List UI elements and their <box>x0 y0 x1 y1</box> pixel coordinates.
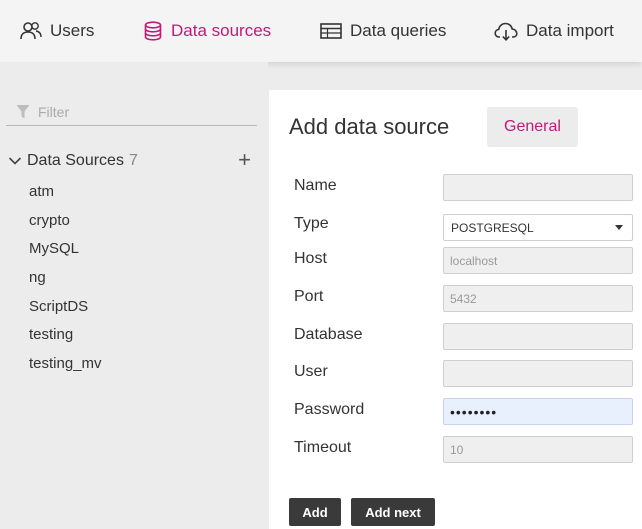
add-button[interactable]: Add <box>289 498 341 526</box>
nav-users-label: Users <box>50 21 95 40</box>
data-sources-tree-header[interactable]: Data Sources 7 + <box>7 149 257 172</box>
user-label: User <box>294 363 328 380</box>
tree-title: Data Sources <box>27 152 124 169</box>
password-label: Password <box>294 401 365 418</box>
nav-data-sources[interactable]: Data sources <box>143 0 271 62</box>
password-field[interactable] <box>443 398 633 425</box>
name-label: Name <box>294 177 337 194</box>
filter-icon <box>16 105 30 119</box>
port-label: Port <box>294 288 324 305</box>
nav-users[interactable]: Users <box>20 0 94 62</box>
nav-data-queries[interactable]: Data queries <box>320 0 446 62</box>
nav-data-queries-label: Data queries <box>350 21 447 40</box>
timeout-field[interactable] <box>443 436 633 463</box>
host-field[interactable] <box>443 247 633 274</box>
database-label: Database <box>294 326 363 343</box>
list-item[interactable]: ng <box>29 264 102 293</box>
top-nav: Users Data sources Data queries Data imp… <box>0 0 642 62</box>
nav-data-import[interactable]: Data import <box>494 0 614 62</box>
name-field[interactable] <box>443 174 633 201</box>
type-label: Type <box>294 215 329 232</box>
add-data-source-icon[interactable]: + <box>238 149 251 171</box>
page-title: Add data source <box>289 114 450 139</box>
timeout-label: Timeout <box>294 439 352 456</box>
type-select[interactable]: POSTGRESQL <box>443 214 633 241</box>
data-source-list: atm crypto MySQL ng ScriptDS testing tes… <box>29 178 102 379</box>
port-field[interactable] <box>443 285 633 312</box>
add-next-button[interactable]: Add next <box>351 498 435 526</box>
list-item[interactable]: testing_mv <box>29 350 102 379</box>
database-icon <box>144 21 162 41</box>
type-select-value: POSTGRESQL <box>451 220 534 235</box>
caret-down-icon <box>615 225 623 230</box>
list-item[interactable]: testing <box>29 321 102 350</box>
filter-input[interactable] <box>38 102 248 122</box>
list-item[interactable]: ScriptDS <box>29 293 102 322</box>
user-field[interactable] <box>443 360 633 387</box>
tab-general[interactable]: General <box>487 107 578 147</box>
tree-count: 7 <box>128 152 138 169</box>
nav-data-import-label: Data import <box>526 21 614 40</box>
add-data-source-panel: Add data source General Name Type POSTGR… <box>269 90 642 529</box>
database-field[interactable] <box>443 323 633 350</box>
filter-box <box>6 100 257 126</box>
table-icon <box>320 23 342 39</box>
host-label: Host <box>294 250 327 267</box>
list-item[interactable]: crypto <box>29 207 102 236</box>
cloud-download-icon <box>494 22 518 41</box>
chevron-down-icon[interactable] <box>7 156 23 166</box>
users-icon <box>20 22 42 40</box>
list-item[interactable]: atm <box>29 178 102 207</box>
list-item[interactable]: MySQL <box>29 235 102 264</box>
nav-data-sources-label: Data sources <box>171 21 272 40</box>
sidebar: Data Sources 7 + atm crypto MySQL ng Scr… <box>0 62 268 529</box>
